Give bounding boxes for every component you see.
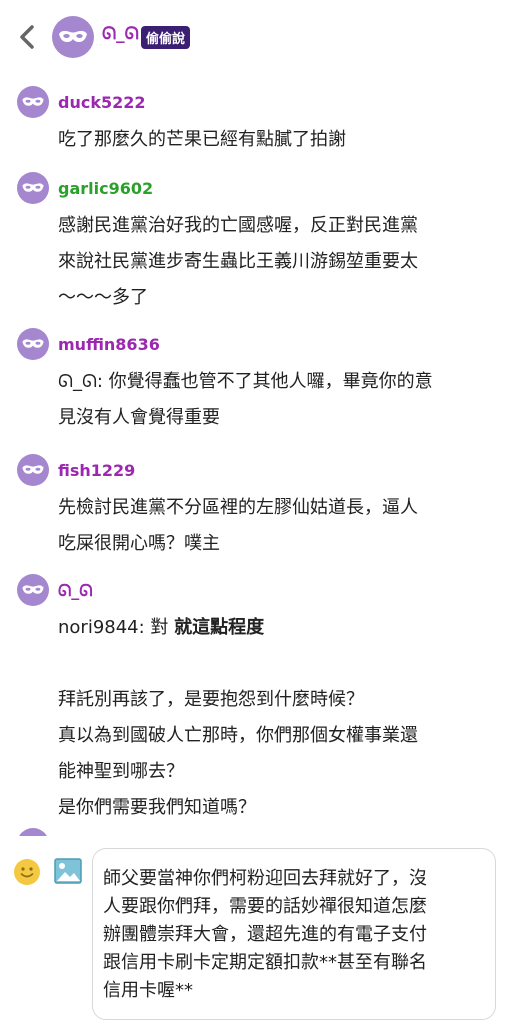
header-avatar[interactable] <box>52 16 94 58</box>
reply-line: nori9844: 對 就這點程度 <box>58 617 265 638</box>
mask-icon <box>22 339 44 348</box>
message-text: ᘏ_ᘏ: 你覺得蠢也管不了其他人囉，畢竟你的意 見沒有人會覺得重要 <box>58 364 488 436</box>
message-username[interactable]: muffin8636 <box>58 335 160 354</box>
draft-line: 辦團體崇拜大會，還超先進的有電子支付 <box>103 924 427 945</box>
message-list[interactable]: duck5222 吃了那麼久的芒果已經有點膩了拍謝 garlic9602 感謝民進黨治… <box>0 78 506 836</box>
message-line: 是你們需要我們知道嗎？ <box>58 797 256 818</box>
chat-header: ᘏ_ᘏ 偷偷說 <box>0 0 506 76</box>
message-text: 先檢討民進黨不分區裡的左膠仙姑道長，逼人 吃屎很開心嗎？噗主 <box>58 490 488 562</box>
user-avatar[interactable] <box>17 574 49 606</box>
message-line: ～～～多了 <box>58 287 148 308</box>
message-text: 感謝民進黨治好我的亡國感喔，反正對民進黨 來說社民黨進步寄生蟲比王義川游錫堃重要太… <box>58 208 488 316</box>
mask-icon <box>22 183 44 192</box>
message-line: 先檢討民進黨不分區裡的左膠仙姑道長，逼人 <box>58 497 418 518</box>
draft-line: 師父要當神你們柯粉迎回去拜就好了，沒 <box>103 868 427 889</box>
message-line: 來說社民黨進步寄生蟲比王義川游錫堃重要太 <box>58 251 418 272</box>
back-arrow-icon[interactable] <box>14 22 42 52</box>
mask-icon <box>22 97 44 106</box>
message-line: 見沒有人會覺得重要 <box>58 407 220 428</box>
message-input[interactable]: 師父要當神你們柯粉迎回去拜就好了，沒 人要跟你們拜，需要的話妙禪很知道怎麼 辦團體崇… <box>92 848 496 1020</box>
message-line: 拜託別再該了，是要抱怨到什麼時候？ <box>58 689 364 710</box>
message-username[interactable]: fish1229 <box>58 461 135 480</box>
message-username[interactable]: garlic9602 <box>58 179 153 198</box>
message-line: 吃了那麼久的芒果已經有點膩了拍謝 <box>58 129 346 150</box>
message-line: 吃屎很開心嗎？噗主 <box>58 533 220 554</box>
composer: 師父要當神你們柯粉迎回去拜就好了，沒 人要跟你們拜，需要的話妙禪很知道怎麼 辦團體崇… <box>0 836 506 1024</box>
smiley-face-icon[interactable] <box>14 859 40 885</box>
message-text: 吃了那麼久的芒果已經有點膩了拍謝 <box>58 122 488 158</box>
message-line: 感謝民進黨治好我的亡國感喔，反正對民進黨 <box>58 215 418 236</box>
user-avatar[interactable] <box>17 172 49 204</box>
mask-icon <box>22 465 44 474</box>
mask-icon <box>52 16 94 58</box>
anonymous-badge: 偷偷說 <box>141 26 191 49</box>
user-avatar[interactable] <box>17 86 49 118</box>
user-avatar[interactable] <box>17 454 49 486</box>
message-line: ᘏ_ᘏ: 你覺得蠢也管不了其他人囉，畢竟你的意 <box>58 371 433 392</box>
message-line: 真以為到國破人亡那時，你們那個女權事業還 <box>58 725 418 746</box>
draft-line: 人要跟你們拜，需要的話妙禪很知道怎麼 <box>103 896 427 917</box>
draft-line: 跟信用卡刷卡定期定額扣款**甚至有聯名 <box>103 952 427 973</box>
draft-line: 信用卡喔** <box>103 980 193 1001</box>
header-username: ᘏ_ᘏ <box>102 24 139 44</box>
mask-icon <box>22 585 44 594</box>
message-text: nori9844: 對 就這點程度拜託別再該了，是要抱怨到什麼時候？ 真以為到國破… <box>58 610 488 826</box>
message-line: 能神聖到哪去？ <box>58 761 184 782</box>
image-icon[interactable] <box>54 858 82 884</box>
mask-icon <box>17 828 49 836</box>
message-username[interactable]: duck5222 <box>58 93 146 112</box>
user-avatar[interactable] <box>17 828 49 836</box>
user-avatar[interactable] <box>17 328 49 360</box>
message-username[interactable]: ᘏ_ᘏ <box>58 581 93 601</box>
